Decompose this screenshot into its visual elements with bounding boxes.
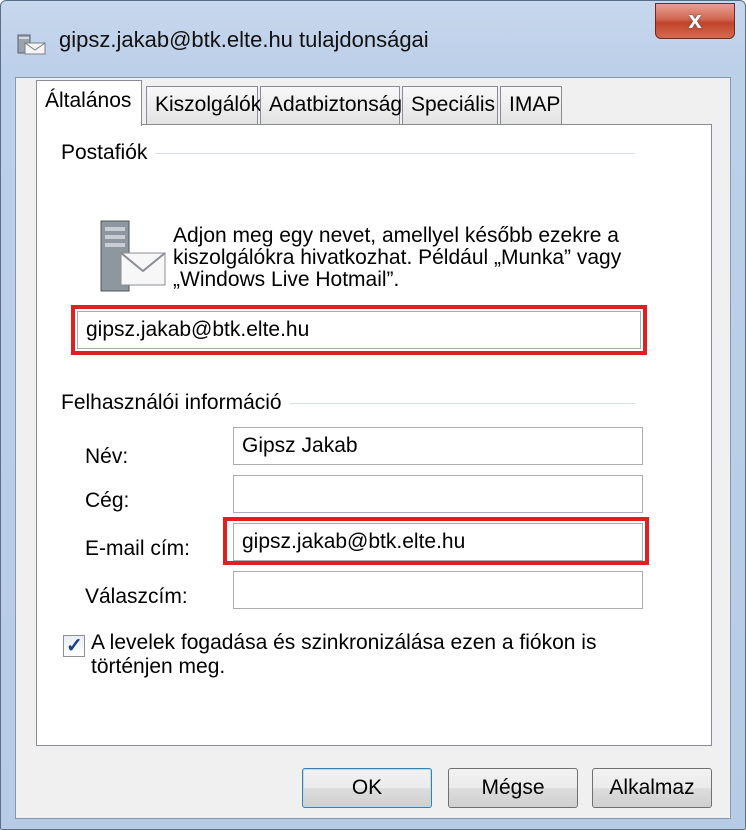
account-info-text: Adjon meg egy nevet, amellyel később eze… (173, 224, 622, 291)
company-input[interactable] (233, 475, 643, 513)
title-bar[interactable]: gipsz.jakab@btk.elte.hu tulajdonságai x (1, 1, 745, 77)
tab-imap[interactable]: IMAP (500, 86, 562, 124)
user-info-group-label: Felhasználói információ (61, 391, 290, 415)
tab-kiszolgalok[interactable]: Kiszolgálók (146, 86, 261, 124)
email-label: E-mail cím: (85, 537, 190, 560)
close-button[interactable]: x (655, 3, 735, 39)
user-info-group-line (257, 403, 635, 404)
name-input[interactable]: Gipsz Jakab (233, 427, 643, 465)
ok-button[interactable]: OK (302, 768, 432, 808)
company-label: Cég: (85, 489, 130, 512)
window-title: gipsz.jakab@btk.elte.hu tulajdonságai (59, 27, 429, 52)
mail-server-icon (100, 220, 166, 292)
postafiok-group-line (147, 153, 635, 154)
email-highlight (223, 517, 649, 565)
sync-checkbox-label[interactable]: A levelek fogadása és szinkronizálása ez… (91, 631, 651, 679)
reply-to-input[interactable] (233, 571, 643, 609)
checkmark-icon: ✓ (66, 635, 83, 657)
cancel-button[interactable]: Mégse (448, 768, 578, 808)
account-name-highlight (71, 305, 647, 355)
name-label: Név: (85, 445, 129, 468)
apply-button[interactable]: Alkalmaz (592, 768, 712, 808)
general-tab-panel: Postafiók Adjon meg egy nevet, amellyel … (36, 124, 712, 746)
tab-specialis[interactable]: Speciális (402, 86, 498, 124)
sync-checkbox[interactable]: ✓ (63, 635, 85, 657)
tab-adatbiztonsag[interactable]: Adatbiztonság (260, 86, 402, 124)
close-icon: x (688, 7, 702, 34)
properties-dialog: gipsz.jakab@btk.elte.hu tulajdonságai x … (0, 0, 746, 830)
postafiok-group-label: Postafiók (61, 141, 156, 165)
tab-altalanos[interactable]: Általános (36, 80, 142, 126)
reply-to-label: Válaszcím: (85, 585, 188, 608)
dialog-client-area: Általános Kiszolgálók Adatbiztonság Spec… (15, 77, 731, 819)
account-properties-icon (17, 34, 46, 55)
